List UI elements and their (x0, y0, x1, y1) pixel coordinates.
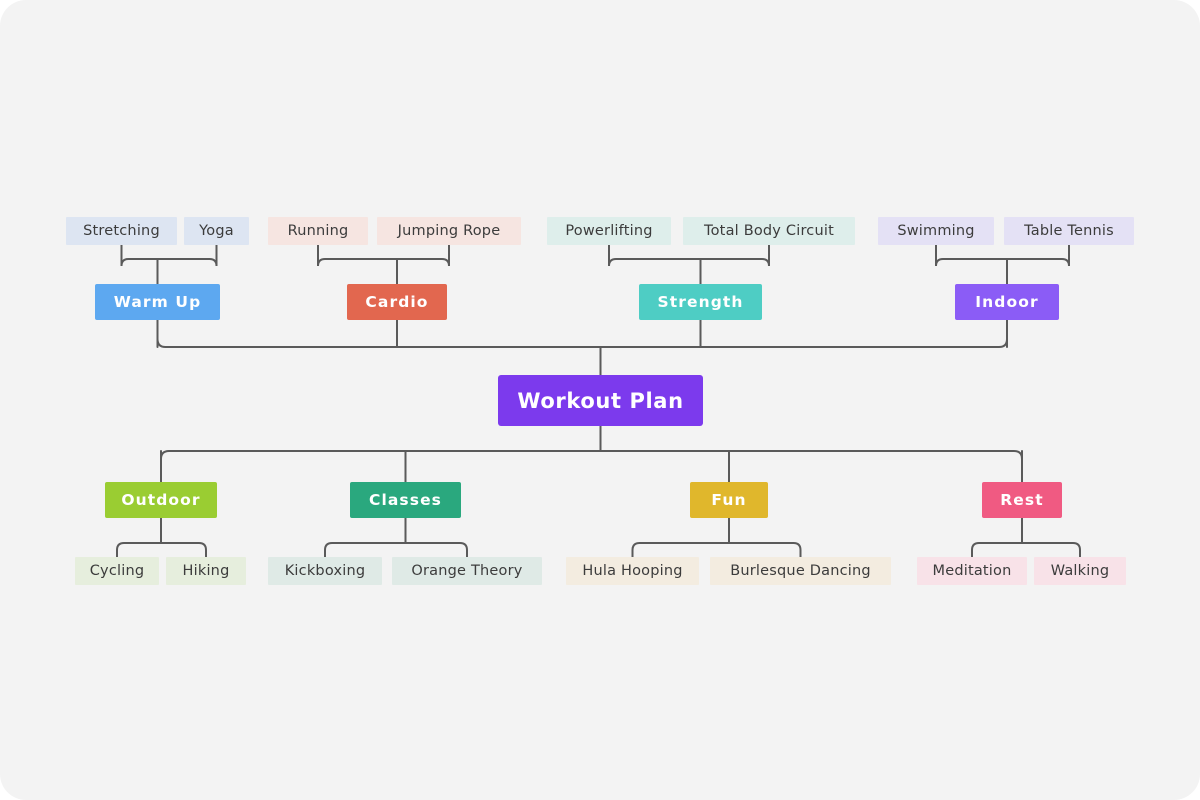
leaf-node-hula-hooping[interactable]: Hula Hooping (566, 557, 699, 585)
branch-node-rest[interactable]: Rest (982, 482, 1062, 518)
leaf-node-table-tennis[interactable]: Table Tennis (1004, 217, 1134, 245)
leaf-node-meditation[interactable]: Meditation (917, 557, 1027, 585)
leafbus-warm-up (120, 244, 218, 267)
mindmap-canvas: Workout Plan Warm Up Stretching Yoga Cardio R… (0, 0, 1200, 800)
trunk-top (156, 318, 1008, 348)
leaf-node-total-body-circuit[interactable]: Total Body Circuit (683, 217, 855, 245)
leaf-node-orange-theory[interactable]: Orange Theory (392, 557, 542, 585)
branch-node-fun[interactable]: Fun (690, 482, 768, 518)
leaf-node-burlesque-dancing[interactable]: Burlesque Dancing (710, 557, 891, 585)
leaf-node-kickboxing[interactable]: Kickboxing (268, 557, 382, 585)
branch-node-indoor[interactable]: Indoor (955, 284, 1059, 320)
branch-node-classes[interactable]: Classes (350, 482, 461, 518)
leaf-node-stretching[interactable]: Stretching (66, 217, 177, 245)
root-node-workout-plan[interactable]: Workout Plan (498, 375, 703, 426)
branch-node-warm-up[interactable]: Warm Up (95, 284, 220, 320)
leaf-node-walking[interactable]: Walking (1034, 557, 1126, 585)
leaf-node-hiking[interactable]: Hiking (166, 557, 246, 585)
branch-node-outdoor[interactable]: Outdoor (105, 482, 217, 518)
branch-node-cardio[interactable]: Cardio (347, 284, 447, 320)
leafbus-indoor (935, 244, 1070, 267)
leafbus-strength (608, 244, 770, 267)
leaf-node-cycling[interactable]: Cycling (75, 557, 159, 585)
trunk-bottom (160, 450, 1023, 480)
leaf-node-yoga[interactable]: Yoga (184, 217, 249, 245)
leaf-node-jumping-rope[interactable]: Jumping Rope (377, 217, 521, 245)
leaf-node-powerlifting[interactable]: Powerlifting (547, 217, 671, 245)
leaf-node-swimming[interactable]: Swimming (878, 217, 994, 245)
leaf-node-running[interactable]: Running (268, 217, 368, 245)
branch-node-strength[interactable]: Strength (639, 284, 762, 320)
leafbus-cardio (317, 244, 450, 267)
